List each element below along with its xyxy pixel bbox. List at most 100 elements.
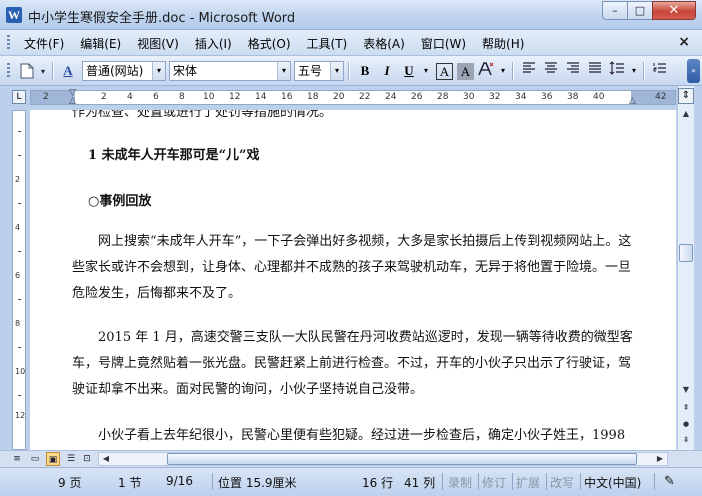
horizontal-scroll-thumb[interactable] <box>167 453 637 465</box>
numbered-list-icon[interactable] <box>650 61 670 81</box>
new-dropdown-icon[interactable]: ▾ <box>38 60 48 82</box>
status-position[interactable]: 位置 15.9厘米 <box>218 474 297 491</box>
menu-items: 文件(F) 编辑(E) 视图(V) 插入(I) 格式(O) 工具(T) 表格(A… <box>18 35 534 52</box>
underline-button[interactable]: U <box>399 61 419 81</box>
heading-case-review: ○事例回放 <box>88 194 152 209</box>
menu-window[interactable]: 窗口(W) <box>415 35 472 52</box>
menu-bar: 文件(F) 编辑(E) 视图(V) 插入(I) 格式(O) 工具(T) 表格(A… <box>0 30 702 56</box>
right-indent-marker[interactable]: △ <box>629 97 636 106</box>
outline-view-icon[interactable]: ☰ <box>64 452 78 466</box>
scroll-right-icon[interactable]: ▶ <box>653 453 667 465</box>
character-border-button[interactable]: A <box>436 62 453 80</box>
style-select[interactable]: 普通(网站) ▾ <box>82 61 166 81</box>
reading-layout-view-icon[interactable]: ⊡ <box>80 452 94 466</box>
menu-help[interactable]: 帮助(H) <box>476 35 530 52</box>
scroll-down-icon[interactable]: ▼ <box>678 382 694 398</box>
horizontal-scrollbar[interactable]: ◀ ▶ <box>98 452 668 466</box>
toolbar-separator <box>52 62 53 80</box>
vruler-tick <box>18 299 21 300</box>
font-select[interactable]: 宋体 ▾ <box>169 61 291 81</box>
style-dropdown-icon[interactable]: ▾ <box>152 62 165 80</box>
web-layout-view-icon[interactable]: ▭ <box>28 452 42 466</box>
vertical-ruler[interactable]: 2 4 6 8 10 12 <box>12 110 26 450</box>
print-layout-view-icon[interactable]: ▣ <box>46 452 60 466</box>
vruler-number: 4 <box>15 223 21 232</box>
previous-page-icon[interactable]: ⇞ <box>678 400 694 416</box>
select-browse-object-icon[interactable]: ● <box>678 416 694 432</box>
align-center-icon[interactable] <box>541 61 561 81</box>
window-controls: – □ ✕ <box>602 1 696 20</box>
character-shading-button[interactable]: A <box>457 62 474 80</box>
close-button[interactable]: ✕ <box>652 1 696 20</box>
ruler-number: 20 <box>333 92 345 102</box>
status-separator <box>442 473 443 490</box>
toolbar-separator <box>643 62 644 80</box>
vruler-number: 2 <box>15 175 21 184</box>
menu-file[interactable]: 文件(F) <box>18 35 70 52</box>
paragraph-2: 2015 年 1 月，高速交警三支队一大队民警在丹河收费站巡逻时，发现一辆等待收… <box>72 330 633 397</box>
justify-icon[interactable] <box>585 61 605 81</box>
ruler-number: 32 <box>489 92 501 102</box>
tab-selector-button[interactable]: L <box>12 90 26 104</box>
status-language[interactable]: 中文(中国) <box>584 474 641 491</box>
toolbar-separator <box>348 62 349 80</box>
new-document-icon[interactable] <box>16 60 38 82</box>
document-page[interactable]: 作为检查、处置或进行了处罚等措施的情况。 1 未成年人开车那可是“儿”戏 ○事例… <box>30 110 676 450</box>
hanging-indent-marker[interactable]: △ <box>69 97 76 106</box>
scroll-left-icon[interactable]: ◀ <box>99 453 113 465</box>
italic-button[interactable]: I <box>377 61 397 81</box>
status-bar: 9 页 1 节 9/16 位置 15.9厘米 16 行 41 列 录制 修订 扩… <box>0 467 702 496</box>
align-left-icon[interactable] <box>519 61 539 81</box>
status-separator <box>212 473 213 490</box>
minimize-button[interactable]: – <box>602 1 628 20</box>
status-page-of-total[interactable]: 9/16 <box>166 474 193 488</box>
line-spacing-dropdown-icon[interactable]: ▾ <box>629 61 639 81</box>
horizontal-ruler[interactable]: 2 2 4 6 8 10 12 14 16 18 20 22 24 26 28 … <box>30 89 676 106</box>
word-app-icon[interactable]: W <box>6 7 22 23</box>
line-spacing-icon[interactable] <box>607 61 627 81</box>
spelling-check-icon[interactable]: ✎ <box>664 474 675 489</box>
next-page-icon[interactable]: ⇟ <box>678 432 694 448</box>
styles-pane-icon[interactable]: A <box>57 60 79 82</box>
bold-button[interactable]: B <box>355 61 375 81</box>
maximize-button[interactable]: □ <box>627 1 653 20</box>
status-section[interactable]: 1 节 <box>118 474 141 491</box>
status-column[interactable]: 41 列 <box>404 474 435 491</box>
vertical-scroll-thumb[interactable] <box>679 244 693 262</box>
ruler-number: 40 <box>593 92 605 102</box>
ruler-number: 4 <box>127 92 133 102</box>
menu-grip-handle[interactable] <box>7 35 10 51</box>
scroll-up-icon[interactable]: ▲ <box>678 106 694 122</box>
vruler-tick <box>18 155 21 156</box>
toolbar-options-icon[interactable]: » <box>687 59 700 83</box>
status-extend-selection[interactable]: 扩展 <box>516 474 540 491</box>
menu-view[interactable]: 视图(V) <box>131 35 185 52</box>
vertical-scrollbar[interactable]: ⇕ ▲ ▼ ⇞ ● ⇟ <box>677 86 694 450</box>
ruler-number: 28 <box>437 92 449 102</box>
font-dropdown-icon[interactable]: ▾ <box>277 62 290 80</box>
ruler-number: 24 <box>385 92 397 102</box>
close-document-icon[interactable]: × <box>678 34 690 50</box>
status-track-changes[interactable]: 修订 <box>482 474 506 491</box>
normal-view-icon[interactable]: ≡ <box>10 452 24 466</box>
split-window-handle[interactable]: ⇕ <box>678 88 694 104</box>
status-page[interactable]: 9 页 <box>58 474 81 491</box>
text-effects-icon[interactable] <box>476 61 496 81</box>
status-record-macro[interactable]: 录制 <box>448 474 472 491</box>
ruler-number: 42 <box>655 92 667 102</box>
title-bar: W 中小学生寒假安全手册.doc - Microsoft Word – □ ✕ <box>0 0 702 30</box>
font-size-dropdown-icon[interactable]: ▾ <box>330 62 343 80</box>
ruler-number: 12 <box>229 92 241 102</box>
menu-format[interactable]: 格式(O) <box>242 35 297 52</box>
menu-table[interactable]: 表格(A) <box>357 35 411 52</box>
toolbar-grip-handle[interactable] <box>7 63 10 79</box>
menu-insert[interactable]: 插入(I) <box>189 35 238 52</box>
menu-tools[interactable]: 工具(T) <box>301 35 354 52</box>
underline-dropdown-icon[interactable]: ▾ <box>421 61 431 81</box>
menu-edit[interactable]: 编辑(E) <box>74 35 127 52</box>
font-size-select[interactable]: 五号 ▾ <box>294 61 344 81</box>
status-line[interactable]: 16 行 <box>362 474 393 491</box>
status-overtype[interactable]: 改写 <box>550 474 574 491</box>
align-right-icon[interactable] <box>563 61 583 81</box>
text-effects-dropdown-icon[interactable]: ▾ <box>498 61 508 81</box>
